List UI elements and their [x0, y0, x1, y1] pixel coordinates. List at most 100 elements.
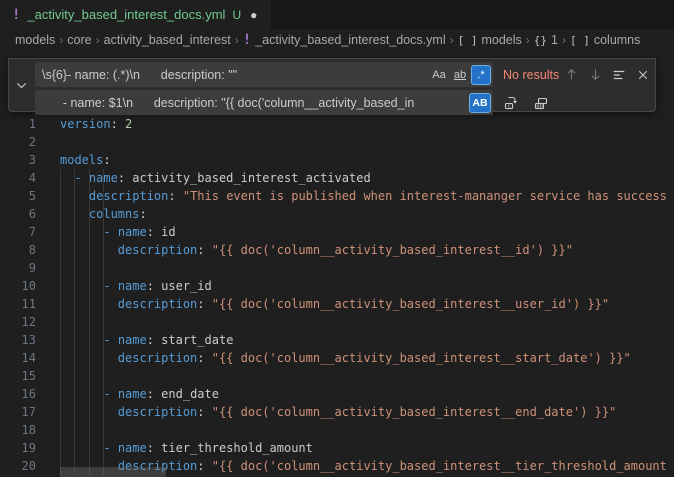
code-line-text: - name: user_id [36, 277, 212, 295]
svg-text:c: c [507, 103, 510, 109]
whole-word-toggle[interactable]: ab [450, 65, 470, 85]
line-number: 5 [0, 187, 36, 205]
breadcrumb-label: models [15, 33, 55, 47]
find-input[interactable]: \s{6}- name: (.*)\n description: "" Aa a… [35, 62, 493, 87]
code-line-text [36, 259, 60, 277]
code-line-text: - name: tier_threshold_amount [36, 439, 313, 457]
breadcrumb-separator-icon: › [235, 33, 239, 47]
code-line-text: description: "{{ doc('column__activity_b… [36, 241, 573, 259]
breadcrumb-item-core[interactable]: core [67, 33, 91, 47]
breadcrumb-item-activity_based_interest[interactable]: activity_based_interest [104, 33, 231, 47]
code-line-text: models: [36, 151, 111, 169]
chevron-down-icon [16, 80, 27, 91]
find-in-selection-button[interactable] [607, 63, 631, 87]
breadcrumb-label: activity_based_interest [104, 33, 231, 47]
toggle-replace-button[interactable] [9, 59, 34, 111]
symbol-array-icon: [ ] [458, 34, 478, 47]
code-line-text: version: 2 [36, 115, 132, 133]
code-line[interactable]: 9 [0, 259, 674, 277]
close-find-widget-button[interactable] [631, 63, 655, 87]
line-number: 4 [0, 169, 36, 187]
breadcrumb-separator-icon: › [450, 33, 454, 47]
line-number: 20 [0, 457, 36, 475]
line-number: 10 [0, 277, 36, 295]
svg-text:ab: ab [536, 103, 543, 109]
find-input-text: \s{6}- name: (.*)\n description: "" [42, 68, 428, 82]
line-number: 3 [0, 151, 36, 169]
code-line[interactable]: 14 description: "{{ doc('column__activit… [0, 349, 674, 367]
arrow-up-icon [565, 68, 578, 81]
tab-active-file[interactable]: ! _activity_based_interest_docs.yml U ● [0, 0, 270, 29]
editor-area[interactable]: 1version: 223models:4 - name: activity_b… [0, 51, 674, 477]
breadcrumb-label: 1 [551, 33, 558, 47]
code-line[interactable]: 12 [0, 313, 674, 331]
code-line[interactable]: 8 description: "{{ doc('column__activity… [0, 241, 674, 259]
line-number: 15 [0, 367, 36, 385]
code-line[interactable]: 11 description: "{{ doc('column__activit… [0, 295, 674, 313]
code-line[interactable]: 15 [0, 367, 674, 385]
line-number: 14 [0, 349, 36, 367]
code-line[interactable]: 17 description: "{{ doc('column__activit… [0, 403, 674, 421]
code-line[interactable]: 4 - name: activity_based_interest_activa… [0, 169, 674, 187]
code-line-text: description: "This event is published wh… [36, 187, 667, 205]
line-number: 7 [0, 223, 36, 241]
line-number: 12 [0, 313, 36, 331]
line-number: 8 [0, 241, 36, 259]
code-line[interactable]: 2 [0, 133, 674, 151]
line-number: 2 [0, 133, 36, 151]
code-line-text [36, 313, 60, 331]
next-match-button[interactable] [583, 63, 607, 87]
preserve-case-toggle[interactable]: AB [469, 93, 491, 113]
code-line[interactable]: 6 columns: [0, 205, 674, 223]
editor-code-area[interactable]: 1version: 223models:4 - name: activity_b… [0, 115, 674, 475]
horizontal-scrollbar[interactable] [60, 467, 166, 477]
code-line[interactable]: 10 - name: user_id [0, 277, 674, 295]
breadcrumb-separator-icon: › [526, 33, 530, 47]
replace-button[interactable]: c [499, 91, 523, 115]
line-number: 18 [0, 421, 36, 439]
symbol-object-icon: {} [534, 34, 547, 47]
code-line[interactable]: 5 description: "This event is published … [0, 187, 674, 205]
breadcrumb-item-1[interactable]: {} 1 [534, 33, 558, 47]
breadcrumb-label: core [67, 33, 91, 47]
code-line[interactable]: 19 - name: tier_threshold_amount [0, 439, 674, 457]
line-number: 16 [0, 385, 36, 403]
code-line[interactable]: 16 - name: end_date [0, 385, 674, 403]
tab-bar: ! _activity_based_interest_docs.yml U ● [0, 0, 674, 29]
dirty-indicator-icon[interactable]: ● [250, 9, 257, 21]
breadcrumb-separator-icon: › [59, 33, 63, 47]
breadcrumb-label: models [481, 33, 521, 47]
code-line[interactable]: 18 [0, 421, 674, 439]
code-line[interactable]: 7 - name: id [0, 223, 674, 241]
find-results-count: No results [503, 68, 559, 82]
breadcrumb-label: _activity_based_interest_docs.yml [255, 33, 445, 47]
breadcrumb-item-models[interactable]: models [15, 33, 55, 47]
replace-input-text: - name: $1\n description: "{{ doc('colum… [42, 96, 468, 110]
code-line-text: - name: activity_based_interest_activate… [36, 169, 371, 187]
code-line[interactable]: 3models: [0, 151, 674, 169]
replace-icon: c [503, 95, 519, 111]
match-case-toggle[interactable]: Aa [429, 65, 449, 85]
breadcrumb-item-_activity_based_interest_docs.yml[interactable]: !_activity_based_interest_docs.yml [243, 32, 446, 48]
code-line-text: description: "{{ doc('column__activity_b… [36, 403, 616, 421]
code-line-text: - name: id [36, 223, 176, 241]
yaml-file-icon: ! [12, 7, 20, 23]
breadcrumb-separator-icon: › [96, 33, 100, 47]
close-icon [637, 69, 649, 81]
replace-all-button[interactable]: ab [529, 91, 553, 115]
find-replace-widget: \s{6}- name: (.*)\n description: "" Aa a… [8, 58, 656, 112]
code-line[interactable]: 1version: 2 [0, 115, 674, 133]
previous-match-button[interactable] [559, 63, 583, 87]
code-line-text: - name: start_date [36, 331, 233, 349]
line-number: 19 [0, 439, 36, 457]
replace-input[interactable]: - name: $1\n description: "{{ doc('colum… [35, 90, 493, 115]
breadcrumb-item-models[interactable]: [ ]models [458, 33, 522, 47]
git-untracked-badge: U [232, 8, 241, 22]
replace-row: - name: $1\n description: "{{ doc('colum… [35, 90, 651, 115]
breadcrumb-item-columns[interactable]: [ ]columns [570, 33, 640, 47]
code-line[interactable]: 13 - name: start_date [0, 331, 674, 349]
code-line-text: description: "{{ doc('column__activity_b… [36, 349, 631, 367]
code-line-text: description: "{{ doc('column__activity_b… [36, 295, 609, 313]
symbol-array-icon: [ ] [570, 34, 590, 47]
regex-toggle[interactable]: .* [471, 65, 491, 85]
